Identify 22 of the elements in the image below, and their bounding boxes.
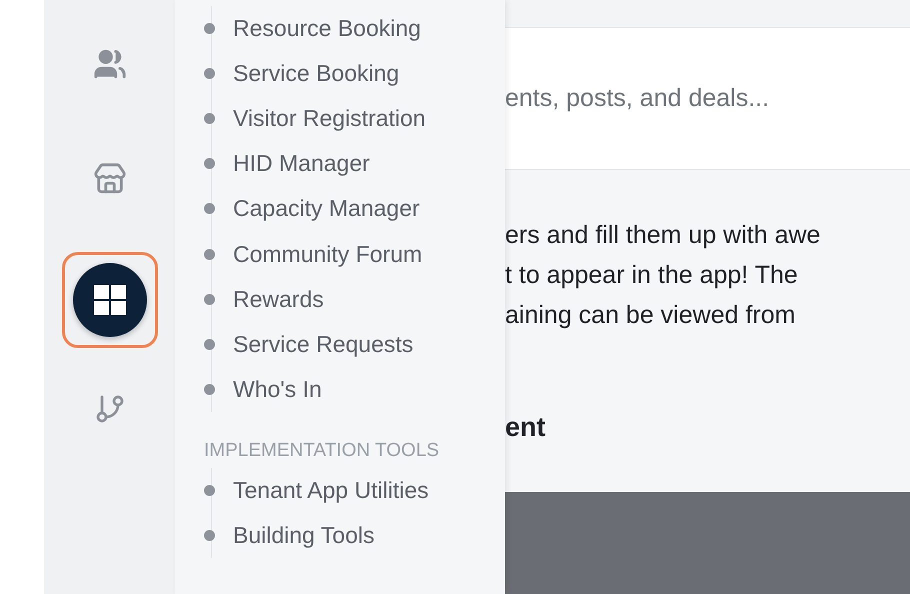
- section-title: ent: [505, 412, 546, 444]
- section-heading: IMPLEMENTATION TOOLS: [204, 412, 505, 468]
- store-icon: [92, 162, 126, 196]
- search-field[interactable]: ents, posts, and deals...: [505, 28, 910, 170]
- menu-item[interactable]: HID Manager: [204, 141, 505, 186]
- menu-item[interactable]: Community Forum: [204, 231, 505, 277]
- sidebar-button[interactable]: [62, 252, 158, 348]
- menu-item[interactable]: Capacity Manager: [204, 186, 505, 232]
- intro-text: t to appear in the app! The: [505, 260, 799, 291]
- intro-text: aining can be viewed from: [505, 300, 796, 331]
- menu-item[interactable]: Resource Booking: [204, 6, 505, 52]
- menu-item[interactable]: Tenant App Utilities: [204, 468, 505, 513]
- menu-item[interactable]: Rewards: [204, 276, 505, 322]
- menu-item[interactable]: Service Booking: [204, 51, 505, 96]
- grid-icon: [94, 285, 126, 315]
- menu-item[interactable]: Visitor Registration: [204, 96, 505, 142]
- menu-item[interactable]: Who's In: [204, 366, 505, 412]
- menu-item[interactable]: Service Requests: [204, 322, 505, 367]
- intro-text: ers and fill them up with awe: [505, 220, 822, 251]
- users-icon: [92, 47, 126, 81]
- menu-item[interactable]: Building Tools: [204, 512, 505, 558]
- branch-icon: [94, 393, 126, 425]
